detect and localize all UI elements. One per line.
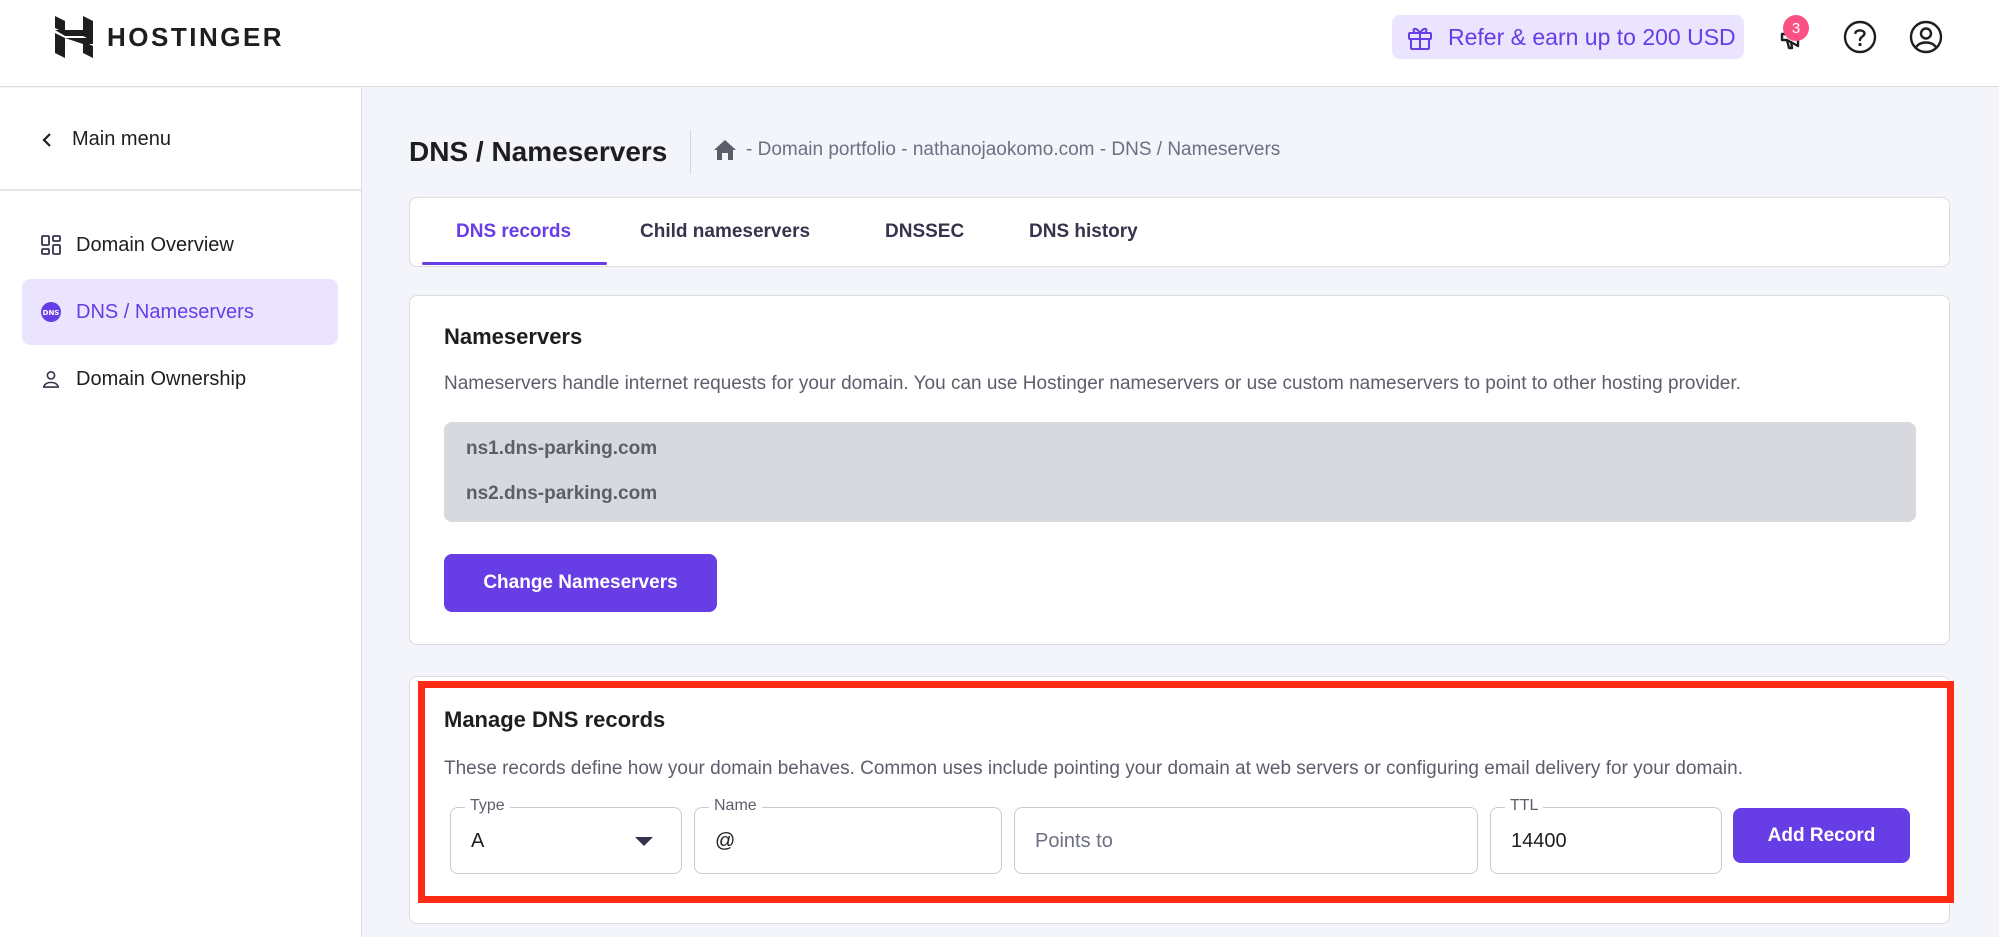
highlight-box <box>418 681 1954 903</box>
nameservers-title: Nameservers <box>444 324 583 349</box>
brand-name: HOSTINGER <box>107 21 285 52</box>
main-menu-label: Main menu <box>72 128 171 150</box>
refer-label: Refer & earn up to 200 USD <box>1448 23 1736 50</box>
tab-dnssec[interactable]: DNSSEC <box>885 198 964 266</box>
account-button[interactable] <box>1907 18 1945 56</box>
dns-icon: DNS <box>40 301 62 323</box>
tab-dns-history[interactable]: DNS history <box>1029 198 1138 266</box>
main-menu-link[interactable]: Main menu <box>40 128 171 151</box>
sidebar-item-label: Domain Ownership <box>76 367 247 390</box>
breadcrumb-path[interactable]: - Domain portfolio - nathanojaokomo.com … <box>746 139 1280 161</box>
page-title: DNS / Nameservers <box>409 136 668 167</box>
help-icon <box>1843 20 1877 54</box>
top-bar: HOSTINGER Refer & earn up to 200 USD 3 <box>0 0 1999 87</box>
nameservers-card: Nameservers Nameservers handle internet … <box>409 295 1950 645</box>
nameservers-list: ns1.dns-parking.com ns2.dns-parking.com <box>444 422 1916 522</box>
change-nameservers-button[interactable]: Change Nameservers <box>444 554 717 612</box>
notification-badge: 3 <box>1783 15 1809 41</box>
help-button[interactable] <box>1841 18 1879 56</box>
hostinger-logo[interactable]: HOSTINGER <box>55 16 284 58</box>
refer-earn-button[interactable]: Refer & earn up to 200 USD <box>1392 15 1744 59</box>
grid-icon <box>40 234 62 256</box>
tab-dns-records[interactable]: DNS records <box>456 198 571 266</box>
sidebar-item-domain-ownership[interactable]: Domain Ownership <box>22 346 338 412</box>
dns-tabs: DNS records Child nameservers DNSSEC DNS… <box>409 197 1950 267</box>
sidebar-item-domain-overview[interactable]: Domain Overview <box>22 212 338 278</box>
sidebar: Main menu Domain Overview DNS DNS / Name… <box>0 88 362 937</box>
nameservers-description: Nameservers handle internet requests for… <box>444 373 1741 394</box>
tab-child-nameservers[interactable]: Child nameservers <box>640 198 810 266</box>
active-tab-indicator <box>422 262 607 265</box>
gift-icon <box>1408 27 1432 50</box>
nameserver-2: ns2.dns-parking.com <box>466 483 658 504</box>
chevron-left-icon <box>42 132 51 147</box>
sidebar-item-label: Domain Overview <box>76 233 234 256</box>
hostinger-logo-icon <box>55 16 93 58</box>
home-icon[interactable] <box>712 138 738 162</box>
sidebar-item-label: DNS / Nameservers <box>76 300 254 323</box>
breadcrumb: - Domain portfolio - nathanojaokomo.com … <box>712 138 1280 162</box>
svg-text:DNS: DNS <box>43 309 60 317</box>
nameserver-1: ns1.dns-parking.com <box>466 438 658 459</box>
sidebar-divider <box>0 189 361 191</box>
title-divider <box>690 130 691 174</box>
user-circle-icon <box>1909 20 1943 54</box>
user-icon <box>40 368 62 390</box>
sidebar-item-dns-nameservers[interactable]: DNS DNS / Nameservers <box>22 279 338 345</box>
